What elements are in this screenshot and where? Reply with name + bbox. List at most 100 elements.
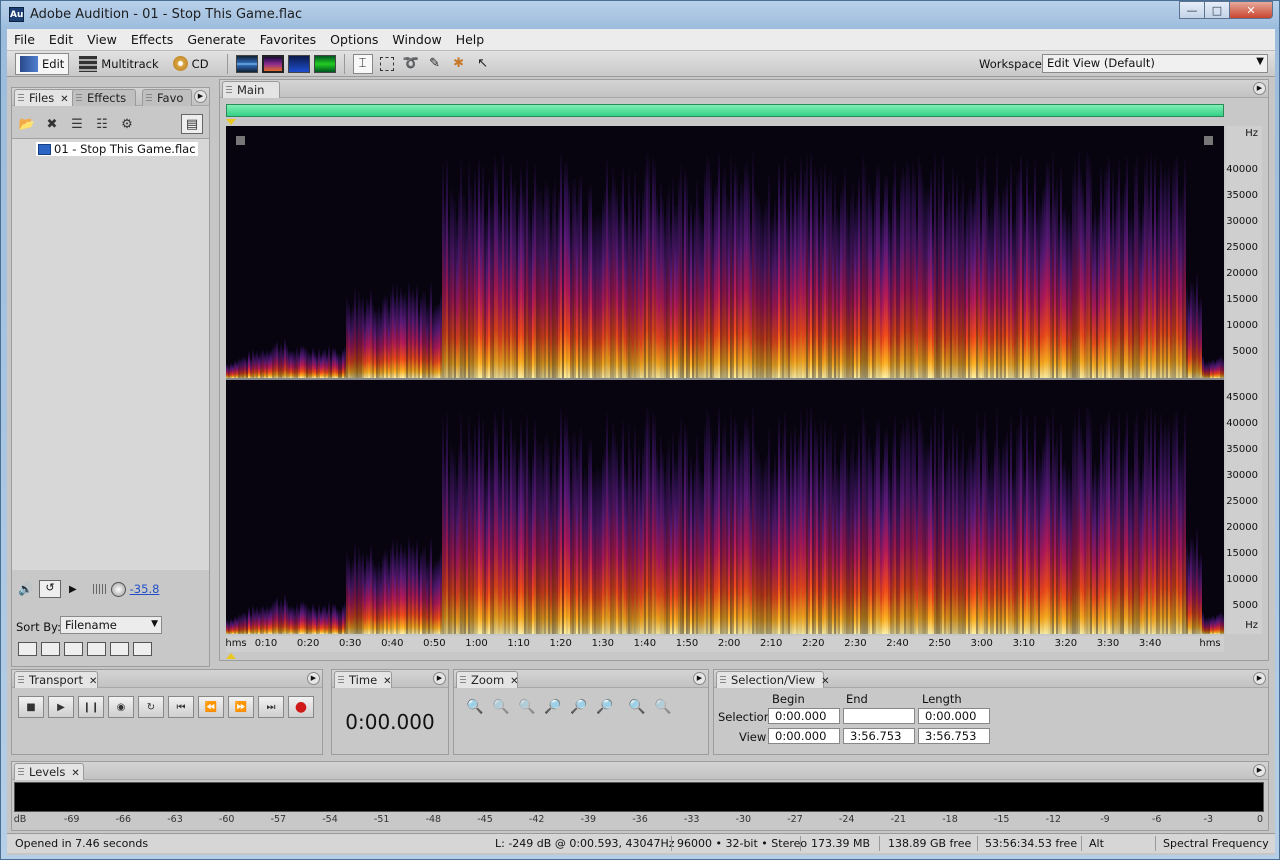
view-end-field[interactable]: 3:56.753 bbox=[843, 728, 915, 744]
menu-generate[interactable]: Generate bbox=[180, 32, 252, 47]
tab-files[interactable]: Files ✕ bbox=[14, 89, 76, 106]
spectral-display[interactable] bbox=[226, 126, 1224, 634]
tab-levels[interactable]: Levels ✕ bbox=[14, 763, 84, 780]
tab-time[interactable]: Time ✕ bbox=[334, 671, 392, 688]
edit-view-button[interactable]: Edit bbox=[15, 52, 70, 75]
play-preview-icon[interactable]: ▶ bbox=[69, 584, 77, 595]
video-filter-icon[interactable] bbox=[64, 642, 83, 656]
menu-view[interactable]: View bbox=[80, 32, 124, 47]
panel-menu-icon[interactable]: ▶ bbox=[194, 90, 207, 103]
close-icon[interactable]: ✕ bbox=[89, 676, 97, 687]
open-file-icon[interactable]: 📂 bbox=[16, 114, 38, 134]
pause-button[interactable]: ❙❙ bbox=[78, 696, 104, 718]
zoom-to-selection-icon[interactable]: 🔎 bbox=[540, 696, 566, 718]
insert-cd-icon[interactable]: ☷ bbox=[91, 114, 113, 134]
maximize-button[interactable]: □ bbox=[1204, 1, 1230, 19]
rewind-button[interactable]: ⏪ bbox=[198, 696, 224, 718]
workspace-select[interactable]: Edit View (Default) ▼ bbox=[1042, 54, 1268, 73]
zoom-out-horizontal-icon[interactable]: 🔍 bbox=[488, 696, 514, 718]
spectral-phase-display-button[interactable] bbox=[313, 54, 336, 73]
panel-menu-icon[interactable]: ▶ bbox=[433, 672, 446, 685]
volume-value[interactable]: -35.8 bbox=[130, 582, 160, 596]
close-icon[interactable]: ✕ bbox=[510, 676, 518, 687]
sort-by-select[interactable]: Filename ▼ bbox=[60, 616, 162, 634]
menu-favorites[interactable]: Favorites bbox=[253, 32, 323, 47]
selection-begin-field[interactable]: 0:00.000 bbox=[768, 708, 840, 724]
spectral-frequency-display-button[interactable] bbox=[261, 54, 284, 73]
zoom-out-vertical-icon[interactable]: 🔍 bbox=[650, 696, 676, 718]
zoom-to-right-edge-icon[interactable]: 🔎 bbox=[592, 696, 618, 718]
menu-options[interactable]: Options bbox=[323, 32, 385, 47]
panel-menu-icon[interactable]: ▶ bbox=[693, 672, 706, 685]
zoom-corner-icon[interactable] bbox=[236, 136, 245, 145]
menu-help[interactable]: Help bbox=[449, 32, 492, 47]
menu-edit[interactable]: Edit bbox=[42, 32, 80, 47]
selection-length-field[interactable]: 0:00.000 bbox=[918, 708, 990, 724]
loop-preview-button[interactable]: ↺ bbox=[38, 580, 61, 598]
volume-knob[interactable] bbox=[110, 581, 126, 597]
go-to-start-button[interactable]: ⏮ bbox=[168, 696, 194, 718]
panel-menu-icon[interactable]: ▶ bbox=[1253, 672, 1266, 685]
panel-menu-icon[interactable]: ▶ bbox=[1253, 764, 1266, 777]
tab-zoom[interactable]: Zoom ✕ bbox=[456, 671, 519, 688]
audio-filter-icon[interactable] bbox=[18, 642, 37, 656]
spectral-band bbox=[382, 553, 384, 634]
close-icon[interactable]: ✕ bbox=[60, 94, 68, 105]
play-button[interactable]: ▶ bbox=[48, 696, 74, 718]
brush-tool-icon[interactable]: ✎ bbox=[425, 54, 445, 74]
show-files-options-icon[interactable]: ▤ bbox=[181, 114, 203, 134]
stop-button[interactable]: ■ bbox=[18, 696, 44, 718]
play-to-end-button[interactable]: ◉ bbox=[108, 696, 134, 718]
zoom-in-vertical-icon[interactable]: 🔍 bbox=[624, 696, 650, 718]
zoom-corner-icon[interactable] bbox=[1204, 136, 1213, 145]
panel-menu-icon[interactable]: ▶ bbox=[307, 672, 320, 685]
record-button[interactable]: ● bbox=[288, 696, 314, 718]
insert-multitrack-icon[interactable]: ☰ bbox=[66, 114, 88, 134]
close-icon[interactable]: ✕ bbox=[383, 676, 391, 687]
loop-button[interactable]: ↻ bbox=[138, 696, 164, 718]
hybrid-tool-icon[interactable]: ↖ bbox=[473, 54, 493, 74]
zoom-to-left-edge-icon[interactable]: 🔎 bbox=[566, 696, 592, 718]
tab-favorites[interactable]: Favo bbox=[142, 89, 192, 106]
speaker-icon[interactable]: 🔊 bbox=[18, 582, 33, 596]
filter-icon[interactable] bbox=[110, 642, 129, 656]
spectral-band bbox=[356, 562, 358, 634]
fast-forward-button[interactable]: ⏩ bbox=[228, 696, 254, 718]
menu-file[interactable]: File bbox=[7, 32, 42, 47]
spot-healing-tool-icon[interactable]: ✱ bbox=[449, 54, 469, 74]
multitrack-view-button[interactable]: Multitrack bbox=[75, 53, 162, 75]
view-begin-field[interactable]: 0:00.000 bbox=[768, 728, 840, 744]
go-to-end-button[interactable]: ⏭ bbox=[258, 696, 284, 718]
time-ruler[interactable]: hms hms 0:10 0:20 0:30 0:40 0:50 1:00 1:10 1:20… bbox=[225, 636, 1224, 652]
tab-selection-view[interactable]: Selection/View ✕ bbox=[716, 671, 830, 688]
playhead-marker-icon[interactable] bbox=[226, 653, 236, 659]
selection-end-field[interactable] bbox=[843, 708, 915, 724]
waveform-display-button[interactable] bbox=[235, 54, 258, 73]
full-path-icon[interactable] bbox=[133, 642, 152, 656]
playhead-marker-icon[interactable] bbox=[226, 119, 236, 125]
close-button[interactable]: ✕ bbox=[1229, 1, 1273, 19]
cd-view-button[interactable]: CD bbox=[169, 53, 213, 75]
view-length-field[interactable]: 3:56.753 bbox=[918, 728, 990, 744]
tab-transport[interactable]: Transport ✕ bbox=[14, 671, 98, 688]
loop-filter-icon[interactable] bbox=[41, 642, 60, 656]
list-item[interactable]: 01 - Stop This Game.flac bbox=[36, 142, 198, 156]
close-icon[interactable]: ✕ bbox=[71, 768, 79, 779]
edit-file-icon[interactable]: ⚙ bbox=[116, 114, 138, 134]
midi-filter-icon[interactable] bbox=[87, 642, 106, 656]
marquee-tool-icon[interactable] bbox=[379, 56, 394, 71]
time-selection-tool-icon[interactable]: ⌶ bbox=[352, 53, 373, 74]
tab-main[interactable]: Main bbox=[222, 81, 280, 98]
lasso-tool-icon[interactable]: ➰ bbox=[401, 54, 421, 74]
zoom-in-horizontal-icon[interactable]: 🔍 bbox=[462, 696, 488, 718]
zoom-out-full-icon[interactable]: 🔍 bbox=[514, 696, 540, 718]
minimize-button[interactable]: — bbox=[1179, 1, 1205, 19]
close-icon[interactable]: ✕ bbox=[821, 676, 829, 687]
menu-window[interactable]: Window bbox=[385, 32, 448, 47]
menu-effects[interactable]: Effects bbox=[124, 32, 181, 47]
overview-scrollbar[interactable] bbox=[226, 104, 1224, 117]
close-file-icon[interactable]: ✖ bbox=[41, 114, 63, 134]
spectral-pan-display-button[interactable] bbox=[287, 54, 310, 73]
tab-effects[interactable]: Effects bbox=[72, 89, 136, 106]
panel-menu-icon[interactable]: ▶ bbox=[1253, 82, 1266, 95]
